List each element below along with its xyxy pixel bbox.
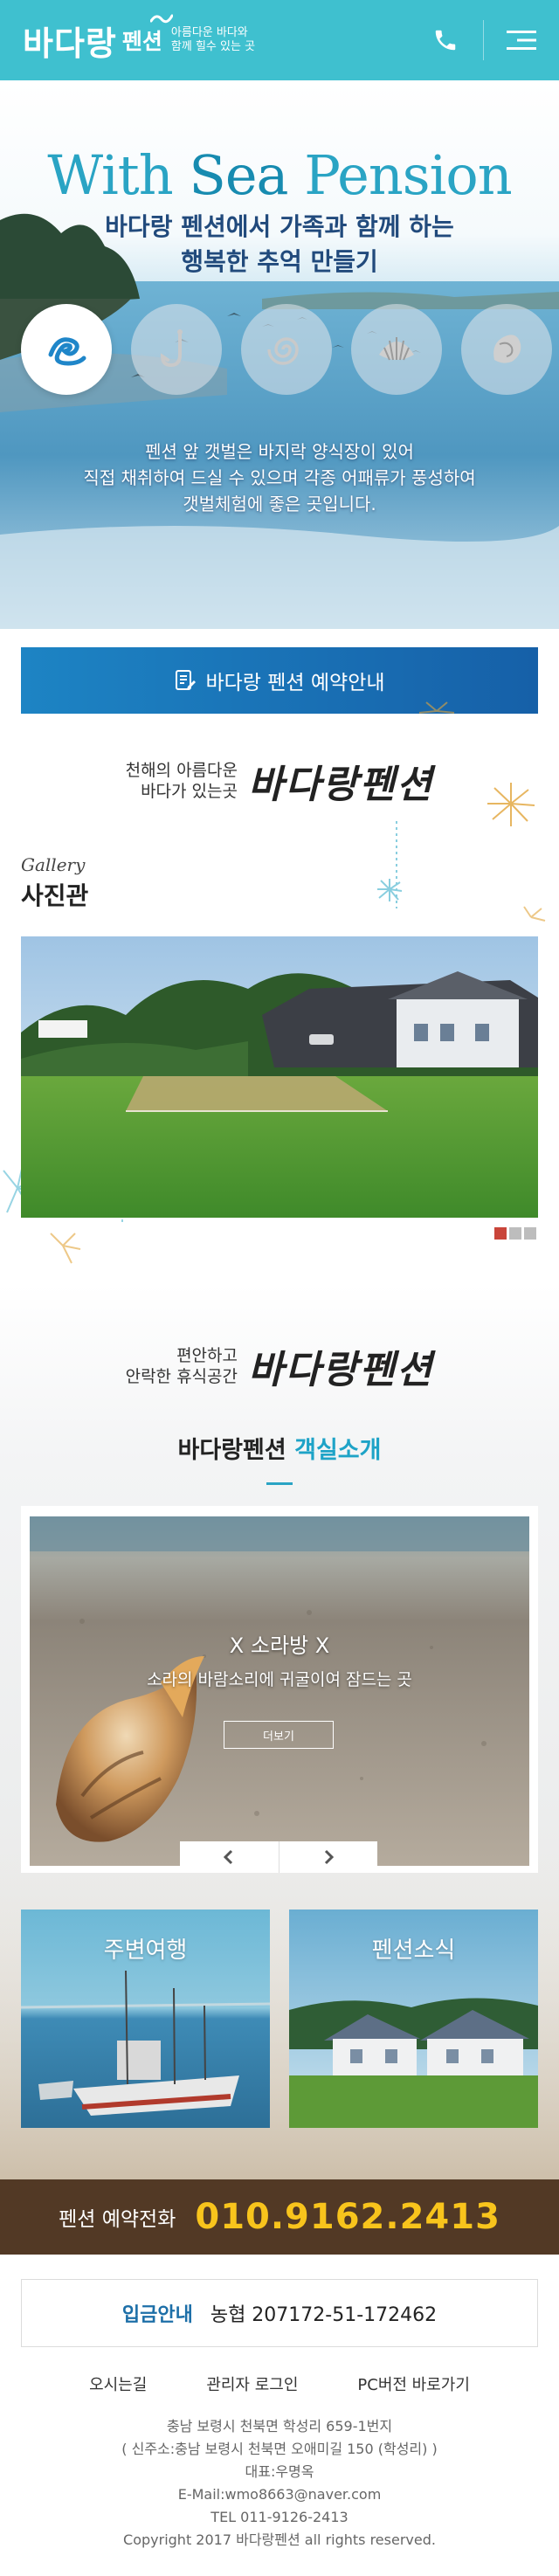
gallery-title-en: Gallery xyxy=(21,854,86,875)
footer-links: 오시는길 관리자 로그인 PC버전 바로가기 xyxy=(0,2372,559,2395)
page: 바다랑 펜션 아름다운 바다와 함께 힐수 있는 곳 With Sea Pens… xyxy=(0,0,559,2576)
room-photo-image xyxy=(30,1516,529,1866)
gallery-title: 사진관 xyxy=(21,881,89,910)
hero-title-part2: Sea xyxy=(189,143,288,207)
hero-title: With Sea Pension xyxy=(0,143,559,207)
intro-2-line2: 안락한 휴식공간 xyxy=(125,1367,238,1386)
gallery-dot[interactable] xyxy=(524,1227,536,1240)
gallery-photo[interactable] xyxy=(21,936,538,1218)
next-button[interactable] xyxy=(278,1841,378,1873)
room-description: 소라의 바람소리에 귀굴이여 잠드는 곳 xyxy=(147,1670,412,1689)
icon-button-fishhook[interactable] xyxy=(131,304,222,395)
intro-2-small-text: 편안하고 안락한 휴식공간 xyxy=(126,1345,238,1387)
room-title-underline xyxy=(266,1482,293,1485)
prev-button[interactable] xyxy=(180,1841,279,1873)
menu-button[interactable] xyxy=(484,0,559,80)
icon-button-shell[interactable] xyxy=(461,304,552,395)
gallery-pagination xyxy=(494,1227,536,1240)
icon-button-snail[interactable] xyxy=(241,304,332,395)
icon-button-clam[interactable] xyxy=(351,304,442,395)
hero-desc-line3: 갯벌체험에 좋은 곳입니다. xyxy=(183,494,376,515)
intro-1-small-text: 천해의 아름다운 바다가 있는곳 xyxy=(126,760,238,802)
logo-wave-icon xyxy=(150,14,173,24)
wave-icon xyxy=(48,337,86,366)
snail-icon xyxy=(267,337,299,365)
logo-sub-text: 펜션 xyxy=(121,29,162,54)
hero-subtitle-line1: 바다랑 펜션에서 가족과 함께 하는 xyxy=(105,212,454,241)
intro-1-line1: 천해의 아름다운 xyxy=(125,761,238,780)
intro-2-brand-text: 바다랑펜션 xyxy=(248,1348,434,1392)
shell-icon xyxy=(493,335,521,363)
bank-info-box: 입금안내 농협 207172-51-172462 xyxy=(21,2279,538,2347)
room-section-title: 바다랑펜션 객실소개 xyxy=(0,1431,559,1465)
room-slider-arrows xyxy=(180,1841,377,1873)
intro-2-line1: 편안하고 xyxy=(176,1346,238,1365)
intro-brand-2: 편안하고 안락한 휴식공간 바다랑펜션 xyxy=(0,1338,559,1394)
phone-button[interactable] xyxy=(408,0,483,80)
room-more-button[interactable]: 더보기 xyxy=(224,1721,334,1749)
footer-link-admin-login[interactable]: 관리자 로그인 xyxy=(176,2372,328,2395)
footer-link-pc-version[interactable]: PC버전 바로가기 xyxy=(328,2372,500,2395)
gallery-photo-image xyxy=(21,936,538,1218)
footer-link-directions[interactable]: 오시는길 xyxy=(59,2372,176,2395)
footer-copyright: Copyright 2017 바다랑펜션 all rights reserved… xyxy=(123,2531,436,2548)
reservation-guide-label: 바다랑 펜션 예약안내 xyxy=(205,672,385,694)
intro-brand-1: 천해의 아름다운 바다가 있는곳 바다랑펜션 xyxy=(0,753,559,809)
room-photo[interactable] xyxy=(30,1516,529,1866)
gallery-dot[interactable] xyxy=(509,1227,521,1240)
hero-description: 펜션 앞 갯벌은 바지락 양식장이 있어 직접 채취하여 드실 수 있으며 각종… xyxy=(0,439,559,517)
reservation-phone-bar[interactable]: 펜션 예약전화 010.9162.2413 xyxy=(0,2179,559,2255)
site-logo[interactable]: 바다랑 펜션 아름다운 바다와 함께 힐수 있는 곳 xyxy=(23,17,255,65)
logo-main-text: 바다랑 xyxy=(23,24,117,63)
bank-account: 농협 207172-51-172462 xyxy=(210,2304,438,2326)
hero-subtitle: 바다랑 펜션에서 가족과 함께 하는 행복한 추억 만들기 xyxy=(0,210,559,280)
footer-tel: TEL 011-9126-2413 xyxy=(210,2509,349,2525)
clam-icon xyxy=(379,337,414,361)
phone-icon xyxy=(435,30,456,51)
hero-desc-line2: 직접 채취하여 드실 수 있으며 각종 어패류가 풍성하여 xyxy=(83,467,476,488)
header-actions xyxy=(408,0,559,80)
hero-icon-row xyxy=(21,304,552,395)
footer-email: E-Mail:wmo8663@naver.com xyxy=(177,2486,382,2503)
footer-new-address: ( 신주소:충남 보령시 천북면 오애미길 150 (학성리) ) xyxy=(121,2441,438,2457)
hero-section: With Sea Pension 바다랑 펜션에서 가족과 함께 하는 행복한 … xyxy=(0,80,559,629)
room-title-highlight: 객실소개 xyxy=(294,1437,382,1464)
logo-tagline-line2: 함께 힐수 있는 곳 xyxy=(170,40,256,53)
intro-1-brand-text: 바다랑펜션 xyxy=(248,763,434,807)
logo-tagline: 아름다운 바다와 함께 힐수 있는 곳 xyxy=(171,26,255,54)
icon-button-wave[interactable] xyxy=(21,304,112,395)
bank-label: 입금안내 xyxy=(121,2304,193,2326)
chevron-left-icon xyxy=(224,1849,233,1865)
hero-subtitle-line2: 행복한 추억 만들기 xyxy=(181,247,378,276)
site-header: 바다랑 펜션 아름다운 바다와 함께 힐수 있는 곳 xyxy=(0,0,559,80)
footer-info: 충남 보령시 천북면 학성리 659-1번지 ( 신주소:충남 보령시 천북면 … xyxy=(0,2415,559,2552)
fishhook-icon xyxy=(160,329,183,368)
room-title-main: 바다랑펜션 xyxy=(177,1437,295,1464)
gallery-dot[interactable] xyxy=(494,1227,507,1240)
tile-nearby-travel[interactable]: 주변여행 xyxy=(21,1910,270,2128)
room-name: X 소라방 X xyxy=(229,1633,330,1658)
document-edit-icon xyxy=(176,670,197,690)
hero-desc-line1: 펜션 앞 갯벌은 바지락 양식장이 있어 xyxy=(145,441,414,462)
tile-label: 주변여행 xyxy=(103,1937,188,1964)
tile-label: 펜션소식 xyxy=(371,1937,456,1964)
hero-title-part3: Pension xyxy=(287,143,512,207)
hero-title-part1: With xyxy=(47,143,190,207)
logo-tagline-line1: 아름다운 바다와 xyxy=(170,26,248,39)
footer-address: 충남 보령시 천북면 학성리 659-1번지 xyxy=(166,2418,393,2434)
tile-pension-news[interactable]: 펜션소식 xyxy=(289,1910,538,2128)
phone-number[interactable]: 010.9162.2413 xyxy=(195,2197,500,2237)
chevron-right-icon xyxy=(324,1849,334,1865)
intro-1-line2: 바다가 있는곳 xyxy=(141,782,238,801)
footer-ceo: 대표:우명옥 xyxy=(245,2463,314,2480)
menu-icon xyxy=(507,31,536,50)
phone-bar-label: 펜션 예약전화 xyxy=(59,2208,176,2231)
